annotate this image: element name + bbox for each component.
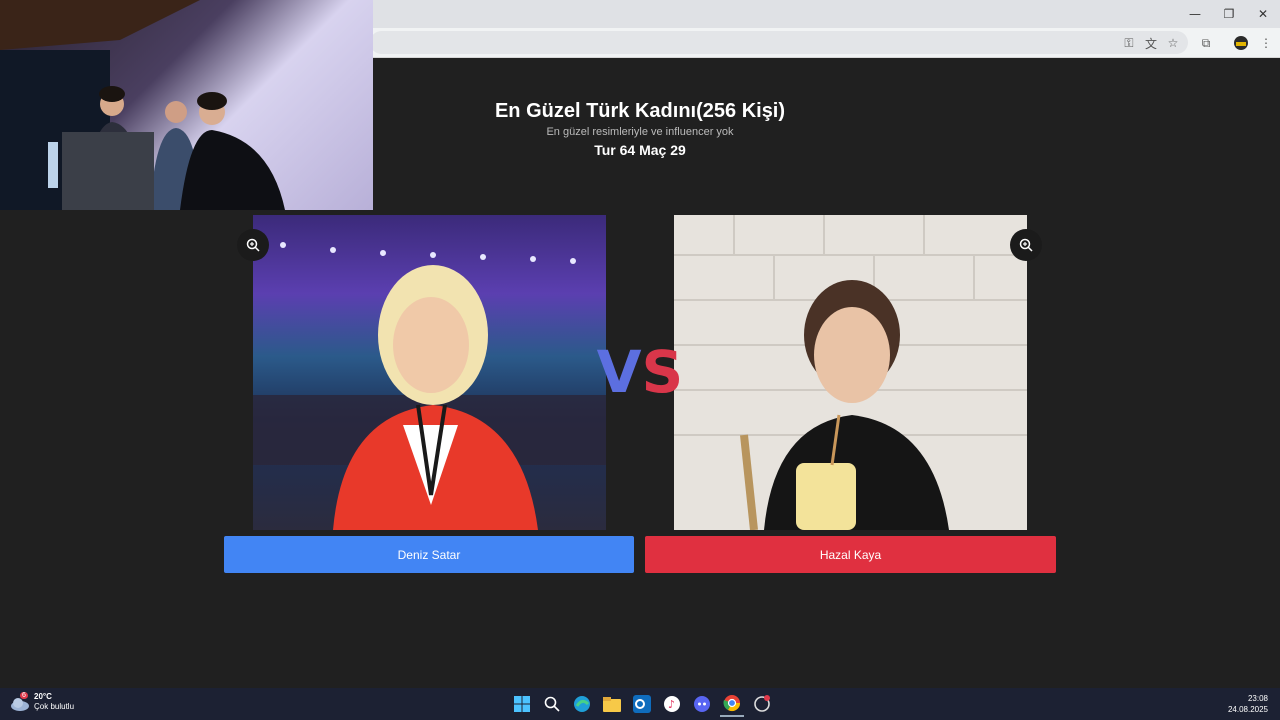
close-window-button[interactable]: ✕ <box>1246 0 1280 28</box>
cloud-icon: 6 <box>10 692 30 712</box>
vs-label: VS <box>592 338 688 406</box>
clock-date: 24.08.2025 <box>1227 705 1268 714</box>
system-clock[interactable]: 23:08 24.08.2025 <box>1228 693 1268 715</box>
bookmark-star-icon[interactable]: ☆ <box>1164 34 1182 52</box>
clock-time: 23:08 <box>1247 694 1268 703</box>
windows-start-icon[interactable] <box>510 691 534 717</box>
right-contestant-image[interactable] <box>674 215 1027 530</box>
edge-icon[interactable] <box>570 691 594 717</box>
vs-s-letter: S <box>641 338 684 406</box>
taskbar-apps: ♪ <box>510 691 774 717</box>
left-photo-illustration <box>253 242 606 530</box>
vs-v-letter: V <box>596 338 642 406</box>
minimize-button[interactable]: — <box>1178 0 1212 28</box>
temperature-label: 20°C <box>34 692 52 701</box>
zoom-in-icon <box>246 238 260 252</box>
choose-left-button[interactable]: Deniz Satar <box>224 536 634 573</box>
weather-badge: 6 <box>20 692 28 699</box>
restore-button[interactable]: ❐ <box>1212 0 1246 28</box>
left-contestant-image[interactable] <box>253 215 606 530</box>
password-key-icon[interactable]: ⚿ <box>1120 34 1138 52</box>
profile-avatar-icon[interactable] <box>1232 34 1250 52</box>
file-explorer-icon[interactable] <box>600 691 624 717</box>
outlook-icon[interactable] <box>630 691 654 717</box>
choose-right-button[interactable]: Hazal Kaya <box>645 536 1056 573</box>
search-icon[interactable] <box>540 691 564 717</box>
left-zoom-button[interactable] <box>237 229 269 261</box>
steelseries-icon[interactable] <box>750 691 774 717</box>
webcam-scene-illustration <box>0 0 285 210</box>
translate-icon[interactable]: 文 <box>1142 34 1160 52</box>
itunes-icon[interactable]: ♪ <box>660 691 684 717</box>
right-photo-illustration <box>674 215 1027 530</box>
svg-text:♪: ♪ <box>668 698 675 711</box>
extensions-icon[interactable]: ⧉ <box>1197 34 1215 52</box>
discord-icon[interactable] <box>690 691 714 717</box>
weather-description: Çok bulutlu <box>34 702 75 711</box>
weather-widget[interactable]: 6 20°C Çok bulutlu <box>10 692 74 712</box>
menu-kebab-icon[interactable]: ⋮ <box>1257 34 1275 52</box>
address-bar[interactable] <box>370 31 1188 54</box>
chrome-icon[interactable] <box>720 691 744 717</box>
window-controls: — ❐ ✕ <box>1178 0 1280 28</box>
windows-taskbar: 6 20°C Çok bulutlu ♪ 23:08 24.08.2025 <box>0 688 1280 720</box>
webcam-overlay <box>0 0 373 210</box>
zoom-in-icon <box>1019 238 1033 252</box>
right-zoom-button[interactable] <box>1010 229 1042 261</box>
